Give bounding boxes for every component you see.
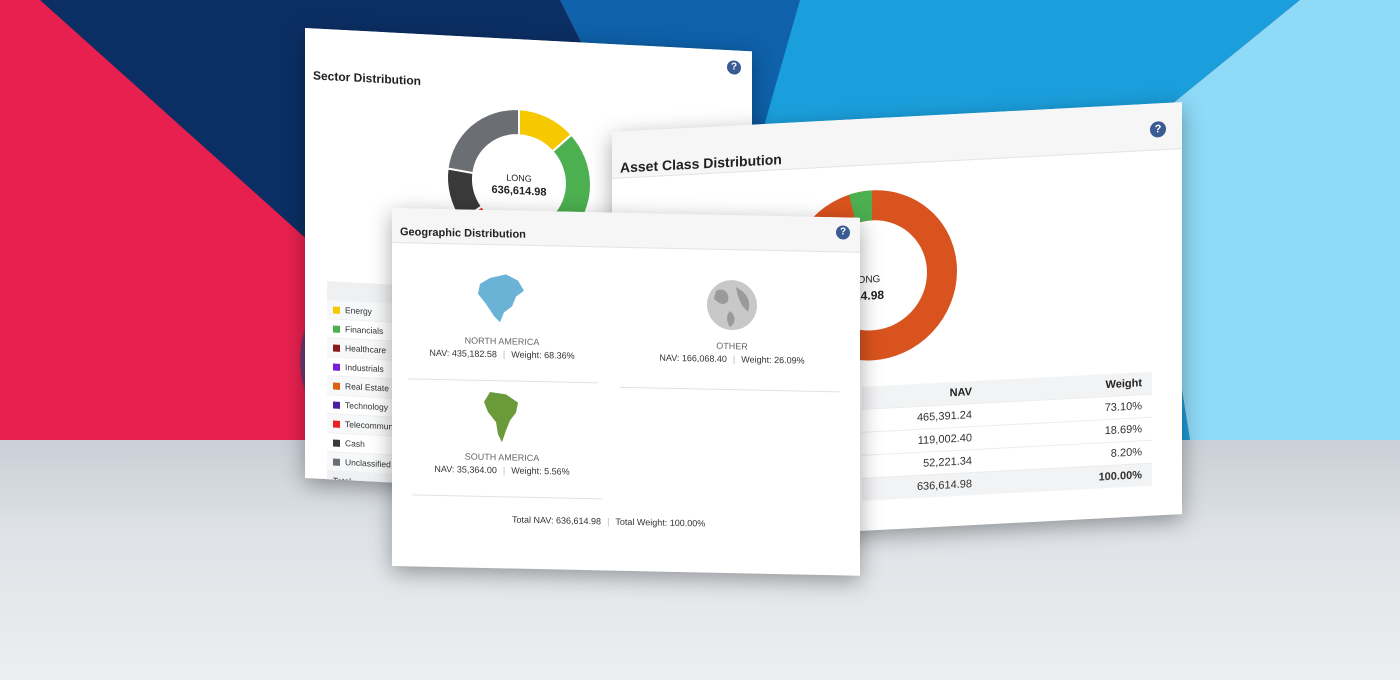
legend-label: Real Estate bbox=[345, 381, 389, 394]
north-america-map-icon bbox=[478, 274, 524, 323]
legend-label: Technology bbox=[345, 400, 389, 413]
south-america-map-icon bbox=[484, 392, 518, 443]
region-divider bbox=[620, 386, 840, 393]
globe-icon bbox=[707, 280, 757, 331]
region-weight: Weight: 5.56% bbox=[511, 465, 570, 477]
legend-label: Industrials bbox=[345, 362, 384, 375]
asset-row-nav: 52,221.34 bbox=[923, 455, 972, 470]
region-name: NORTH AMERICA bbox=[464, 335, 540, 348]
region-nav: NAV: 166,068.40 bbox=[659, 352, 727, 365]
legend-label: Energy bbox=[345, 305, 372, 317]
region-weight: Weight: 68.36% bbox=[511, 349, 575, 361]
geo-totals: Total NAV: 636,614.98 | Total Weight: 100.… bbox=[512, 514, 706, 529]
legend-swatch bbox=[333, 305, 340, 314]
legend-swatch bbox=[333, 438, 340, 447]
asset-row-nav: 119,002.40 bbox=[917, 432, 972, 447]
legend-label: Unclassified bbox=[345, 457, 391, 470]
geo-total-weight: Total Weight: 100.00% bbox=[615, 516, 706, 529]
region-other: OTHER NAV: 166,068.40 | Weight: 26.09% bbox=[642, 275, 822, 366]
region-weight: Weight: 26.09% bbox=[741, 354, 805, 366]
asset-col-nav: NAV bbox=[949, 386, 972, 400]
region-values: NAV: 435,182.58 | Weight: 68.36% bbox=[429, 347, 575, 361]
geo-total-nav: Total NAV: 636,614.98 bbox=[512, 514, 602, 527]
legend-label: Healthcare bbox=[345, 343, 387, 356]
region-values: NAV: 35,364.00 | Weight: 5.56% bbox=[434, 463, 570, 477]
region-divider bbox=[408, 378, 598, 384]
geo-help-icon[interactable]: ? bbox=[836, 225, 850, 240]
asset-total-nav: 636,614.98 bbox=[916, 478, 972, 494]
asset-table: NAV Weight 465,391.24 73.10% 119,002.40 … bbox=[862, 371, 1152, 501]
region-values: NAV: 166,068.40 | Weight: 26.09% bbox=[659, 352, 805, 366]
region-north-america: NORTH AMERICA NAV: 435,182.58 | Weight: 68… bbox=[422, 271, 582, 361]
legend-label: Financials bbox=[345, 324, 384, 337]
legend-swatch bbox=[333, 381, 340, 390]
region-nav: NAV: 435,182.58 bbox=[429, 347, 497, 360]
asset-total-weight: 100.00% bbox=[1098, 469, 1142, 484]
promo-stage: Total NAV: 636,614.98 Total Weight: 100.… bbox=[0, 0, 1400, 680]
legend-swatch bbox=[333, 324, 340, 333]
legend-label: Cash bbox=[345, 438, 365, 450]
legend-swatch bbox=[333, 343, 340, 352]
sector-help-icon[interactable]: ? bbox=[727, 60, 741, 75]
geographic-distribution-panel: Geographic Distribution ? NORTH AMERICA … bbox=[392, 208, 860, 576]
legend-swatch bbox=[333, 400, 340, 409]
asset-row-nav: 465,391.24 bbox=[916, 409, 972, 425]
legend-swatch bbox=[333, 362, 340, 371]
region-nav: NAV: 35,364.00 bbox=[434, 463, 497, 476]
legend-swatch bbox=[333, 419, 340, 428]
legend-swatch bbox=[333, 457, 340, 466]
region-name: OTHER bbox=[716, 340, 748, 352]
region-name: SOUTH AMERICA bbox=[464, 451, 540, 464]
region-south-america: SOUTH AMERICA NAV: 35,364.00 | Weight: 5.5… bbox=[422, 387, 582, 477]
region-divider bbox=[412, 494, 602, 500]
sector-donut-segment bbox=[446, 108, 520, 175]
